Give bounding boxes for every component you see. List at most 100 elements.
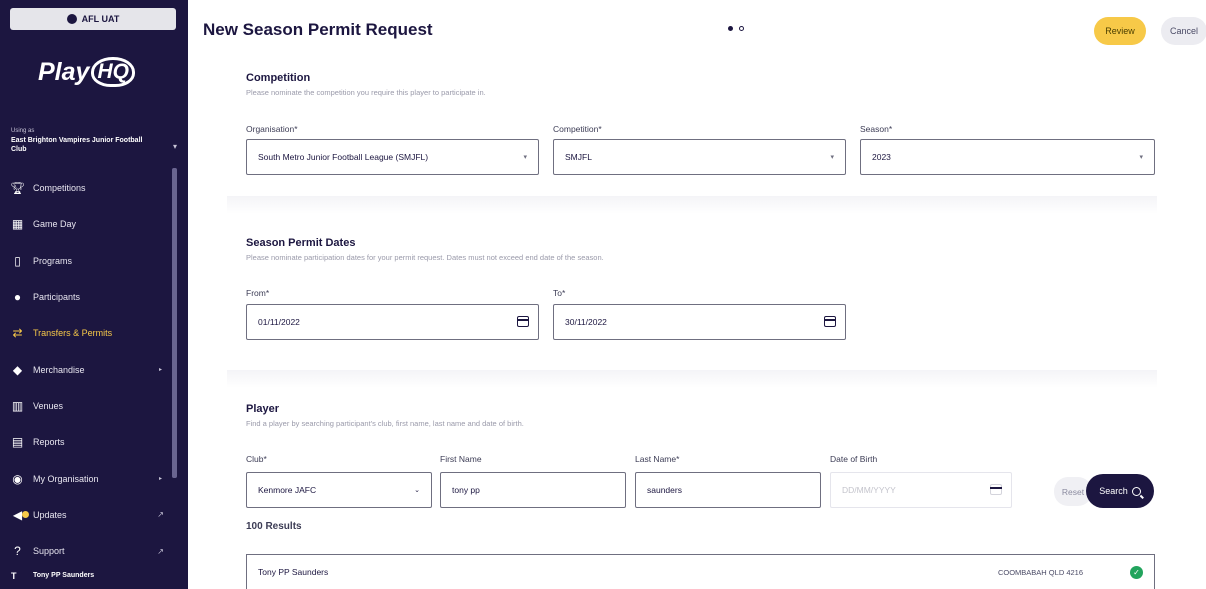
chevron-down-icon: ⌄ [414,487,420,494]
calendar-icon [990,484,1002,495]
last-name-label: Last Name* [635,454,680,464]
club-select[interactable]: Kenmore JAFC ⌄ [246,472,432,508]
from-date-value: 01/11/2022 [258,317,300,327]
organisation-value: South Metro Junior Football League (SMJF… [258,152,429,162]
globe-icon: ◉ [12,471,23,486]
result-name: Tony PP Saunders [258,567,329,577]
search-button[interactable]: Search [1086,474,1154,508]
external-link-icon: ↗ [157,510,164,520]
sidebar-item-label: Participants [33,292,81,303]
competition-select[interactable]: SMJFL ▾ [553,139,846,175]
competition-label: Competition* [553,124,602,134]
chart-icon: ▤ [11,435,24,450]
section-divider [227,370,1157,388]
step-dot-active-icon [728,26,733,31]
sidebar-nav: 🏆︎ Competitions ▦ Game Day ▯ Programs ● … [0,170,176,569]
org-name: East Brighton Vampires Junior Football C… [11,137,143,153]
sidebar-item-label: Merchandise [33,364,85,375]
logo-play-text: Play [38,57,90,86]
cancel-button[interactable]: Cancel [1161,17,1206,45]
sidebar-item-game-day[interactable]: ▦ Game Day [0,206,176,242]
result-location: COOMBABAH QLD 4216 [997,567,1083,577]
sidebar-scrollbar-thumb[interactable] [172,168,177,478]
to-date-input[interactable]: 30/11/2022 [553,304,846,340]
first-name-input[interactable]: tony pp [440,472,626,508]
last-name-input[interactable]: saunders [635,472,821,508]
organisation-select[interactable]: South Metro Junior Football League (SMJF… [246,139,539,175]
page-header: New Season Permit Request Review Cancel [188,0,1206,62]
dates-section-description: Please nominate participation dates for … [246,253,604,262]
logo-hq-text: HQ [91,57,135,87]
date-of-birth-placeholder: DD/MM/YYYY [842,485,896,495]
check-circle-icon: ✓ [1130,565,1143,579]
chevron-down-icon: ▾ [1139,154,1143,161]
sidebar-item-label: Programs [33,255,73,266]
calendar-icon[interactable] [517,316,529,327]
organisation-switcher[interactable]: Using as East Brighton Vampires Junior F… [11,128,181,154]
sidebar-item-merchandise[interactable]: ◆ Merchandise ▸ [0,351,176,387]
club-label: Club* [246,454,267,464]
transfer-arrows-icon: ⇄ [12,326,23,341]
environment-dot-icon [66,14,77,24]
season-value: 2023 [872,152,891,162]
chevron-down-icon: ▾ [830,154,834,161]
sidebar-item-label: My Organisation [33,473,99,484]
club-value: Kenmore JAFC [258,485,317,495]
from-date-input[interactable]: 01/11/2022 [246,304,539,340]
calendar-icon[interactable] [824,316,836,327]
competition-value: SMJFL [565,152,592,162]
list-item[interactable]: Tony PP Saunders COOMBABAH QLD 4216 ✓ [246,554,1155,589]
dates-section-title: Season Permit Dates [246,237,356,249]
chevron-down-icon: ▾ [523,154,527,161]
sidebar-item-label: Reports [33,437,65,448]
sidebar-item-reports[interactable]: ▤ Reports [0,424,176,460]
sidebar-item-my-organisation[interactable]: ◉ My Organisation ▸ [0,460,176,496]
date-of-birth-label: Date of Birth [830,454,878,464]
review-button[interactable]: Review [1094,17,1146,45]
external-link-icon: ↗ [157,546,164,556]
sidebar: AFL UAT Play HQ Using as East Brighton V… [0,0,188,589]
book-icon: ▯ [14,253,21,268]
trophy-icon: 🏆︎ [9,181,26,196]
sidebar-item-updates[interactable]: ◀ Updates ↗ [0,497,176,533]
avatar: T [11,570,17,581]
date-of-birth-input[interactable]: DD/MM/YYYY [830,472,1012,508]
sidebar-item-label: Venues [33,400,64,411]
search-icon [1131,486,1141,496]
player-section-title: Player [246,403,280,415]
sidebar-item-venues[interactable]: ▥ Venues [0,388,176,424]
chevron-right-icon: ▸ [158,476,162,483]
sidebar-item-programs[interactable]: ▯ Programs [0,243,176,279]
sidebar-item-participants[interactable]: ● Participants [0,279,176,315]
shirt-icon: ◆ [12,362,23,377]
search-button-label: Search [1099,486,1128,496]
org-label: Using as [11,128,35,134]
results-count: 100 Results [246,521,302,532]
sidebar-item-label: Support [33,546,65,557]
sidebar-item-competitions[interactable]: 🏆︎ Competitions [0,170,176,206]
user-menu[interactable]: T Tony PP Saunders [0,562,188,589]
last-name-value: saunders [647,485,682,495]
competition-section-title: Competition [246,72,311,84]
sidebar-item-label: Competitions [33,183,86,194]
sidebar-scrollbar[interactable] [172,168,177,478]
to-date-label: To* [553,288,566,298]
first-name-label: First Name [440,454,482,464]
sidebar-item-transfers-permits[interactable]: ⇄ Transfers & Permits [0,315,176,351]
playhq-logo[interactable]: Play HQ [38,57,135,87]
sidebar-item-label: Transfers & Permits [33,328,113,339]
season-select[interactable]: 2023 ▾ [860,139,1155,175]
sidebar-item-label: Updates [33,509,67,520]
first-name-value: tony pp [452,485,480,495]
environment-badge: AFL UAT [10,8,176,30]
competition-section-description: Please nominate the competition you requ… [246,88,486,97]
organisation-label: Organisation* [246,124,298,134]
sidebar-item-label: Game Day [33,219,77,230]
season-label: Season* [860,124,893,134]
section-divider [227,196,1157,214]
chevron-down-icon: ▾ [172,142,177,151]
notification-dot-icon [22,510,29,518]
from-date-label: From* [246,288,270,298]
step-dot-inactive-icon [739,26,744,31]
help-icon: ? [14,544,21,559]
